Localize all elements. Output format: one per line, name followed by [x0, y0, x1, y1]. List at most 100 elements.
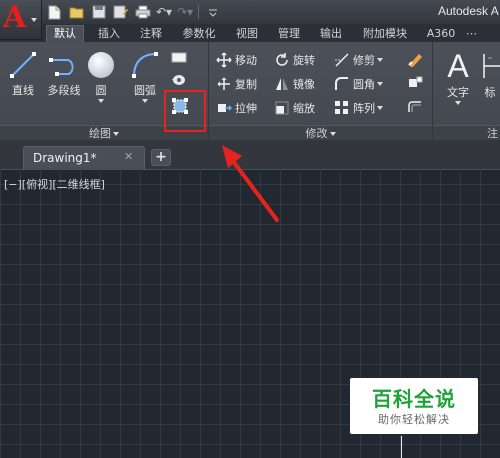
- ribbon-tabs: 默认 插入 注释 参数化 视图 管理 输出 附加模块 A360 ⋯: [0, 24, 500, 42]
- chevron-down-icon: [329, 132, 336, 136]
- fillet-label: 圆角: [353, 78, 375, 91]
- tab-parametric[interactable]: 参数化: [176, 26, 222, 42]
- tab-output[interactable]: 输出: [314, 26, 348, 42]
- tab-home[interactable]: 默认: [46, 25, 84, 42]
- circle-button[interactable]: 圆: [86, 48, 116, 103]
- save-as-icon[interactable]: [112, 4, 129, 20]
- rotate-label: 旋转: [293, 54, 315, 67]
- highlight-box: [164, 90, 206, 132]
- stretch-icon: [216, 100, 232, 116]
- array-button[interactable]: 阵列: [334, 99, 383, 117]
- tab-overflow[interactable]: ⋯: [466, 26, 500, 42]
- trim-icon: [334, 52, 350, 68]
- polyline-icon: [49, 58, 74, 76]
- chevron-down-icon: [98, 99, 104, 103]
- file-tab-bar: Drawing1* ✕ +: [0, 140, 500, 170]
- arc-button[interactable]: 圆弧: [128, 48, 162, 103]
- autocad-window: ↶▾ ↷▾ Autodesk A A 默认 插入 注释 参数化 视图 管理 输出…: [0, 0, 500, 458]
- viewport-controls[interactable]: [−][俯视][二维线框]: [4, 176, 105, 192]
- offset-icon: [408, 101, 421, 112]
- chevron-down-icon: [377, 82, 383, 86]
- circle-icon: [88, 52, 114, 78]
- explode-icon: [409, 76, 423, 87]
- watermark-badge: 百科全说 助你轻松解决: [350, 378, 478, 434]
- tab-view[interactable]: 视图: [230, 26, 264, 42]
- explode-button[interactable]: [406, 75, 424, 95]
- quick-access-toolbar: ↶▾ ↷▾: [46, 0, 221, 24]
- circle-label: 圆: [95, 84, 107, 97]
- polyline-button[interactable]: 多段线: [44, 48, 84, 98]
- close-icon[interactable]: ✕: [124, 150, 133, 163]
- hatch-button[interactable]: [170, 72, 200, 105]
- chevron-down-icon: [377, 106, 383, 110]
- save-icon[interactable]: [90, 4, 107, 20]
- chevron-down-icon: [31, 18, 37, 22]
- mirror-label: 镜像: [293, 78, 315, 91]
- open-folder-icon[interactable]: [68, 4, 85, 20]
- text-button[interactable]: A 文字: [440, 48, 476, 105]
- offset-button[interactable]: [406, 99, 424, 119]
- title-bar: ↶▾ ↷▾ Autodesk A: [0, 0, 500, 24]
- tab-a360[interactable]: A360: [424, 26, 458, 42]
- move-icon: [216, 52, 232, 68]
- chevron-down-icon: [113, 132, 119, 136]
- file-tab-drawing1[interactable]: Drawing1* ✕: [23, 146, 145, 170]
- chevron-down-icon: [455, 101, 461, 105]
- line-label: 直线: [12, 84, 34, 97]
- new-file-icon[interactable]: [46, 4, 63, 20]
- tab-addins[interactable]: 附加模块: [356, 26, 414, 42]
- hatch-icon: [173, 75, 185, 85]
- fillet-button[interactable]: 圆角: [334, 75, 383, 93]
- stretch-button[interactable]: 拉伸: [216, 99, 257, 117]
- redo-icon[interactable]: ↷▾: [177, 4, 193, 20]
- move-button[interactable]: 移动: [216, 51, 257, 69]
- rectangle-icon: [171, 52, 187, 63]
- rotate-icon: [274, 52, 290, 68]
- rectangle-button[interactable]: [170, 50, 200, 83]
- chevron-down-icon: [142, 99, 148, 103]
- mirror-button[interactable]: 镜像: [274, 75, 315, 93]
- stretch-label: 拉伸: [235, 102, 257, 115]
- undo-icon[interactable]: ↶▾: [156, 4, 172, 20]
- watermark-title: 百科全说: [372, 387, 456, 411]
- print-icon[interactable]: [134, 4, 151, 20]
- copy-button[interactable]: 复制: [216, 75, 257, 93]
- crosshair-cursor: [401, 436, 402, 458]
- trim-label: 修剪: [353, 54, 375, 67]
- tab-manage[interactable]: 管理: [272, 26, 306, 42]
- new-tab-button[interactable]: +: [151, 149, 171, 166]
- arc-icon: [132, 52, 158, 78]
- tab-insert[interactable]: 插入: [92, 26, 126, 42]
- window-title: Autodesk A: [438, 4, 499, 18]
- array-icon: [334, 100, 350, 116]
- dimension-button[interactable]: 标: [480, 48, 500, 100]
- scale-icon: [274, 100, 290, 116]
- mirror-icon: [274, 76, 290, 92]
- arc-label: 圆弧: [134, 84, 156, 97]
- erase-button[interactable]: [406, 51, 424, 71]
- line-button[interactable]: 直线: [6, 48, 40, 98]
- file-tab-label: Drawing1*: [33, 151, 97, 165]
- dimension-label: 标: [484, 86, 496, 99]
- scale-button[interactable]: 缩放: [274, 99, 315, 117]
- copy-icon: [216, 76, 232, 92]
- tab-annotate[interactable]: 注释: [134, 26, 168, 42]
- application-menu-button[interactable]: A: [0, 0, 42, 40]
- scale-label: 缩放: [293, 102, 315, 115]
- watermark-subtitle: 助你轻松解决: [378, 413, 450, 426]
- fillet-icon: [334, 76, 350, 92]
- dimension-icon: [483, 54, 500, 78]
- autocad-logo-icon: A: [3, 0, 27, 35]
- modify-panel-title[interactable]: 修改: [209, 125, 432, 140]
- text-icon: A: [447, 48, 469, 84]
- toolbar-divider: [198, 5, 200, 19]
- annotation-panel-title[interactable]: 注: [433, 125, 500, 140]
- text-label: 文字: [447, 86, 469, 99]
- copy-label: 复制: [235, 78, 257, 91]
- toolbar-dropdown-icon[interactable]: [204, 4, 221, 20]
- trim-button[interactable]: 修剪: [334, 51, 383, 69]
- polyline-label: 多段线: [47, 84, 81, 97]
- array-label: 阵列: [353, 102, 375, 115]
- rotate-button[interactable]: 旋转: [274, 51, 315, 69]
- line-icon: [10, 52, 36, 78]
